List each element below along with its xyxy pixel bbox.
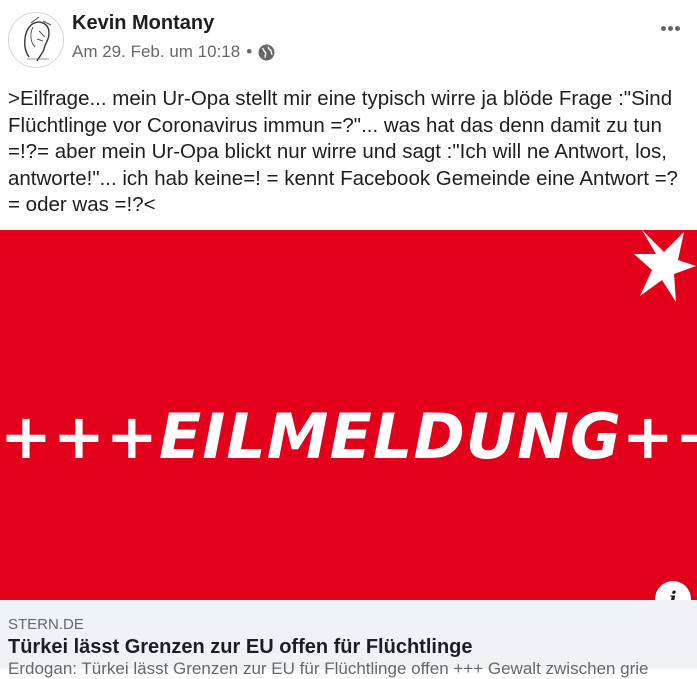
more-options-icon[interactable] bbox=[661, 18, 683, 31]
avatar-sketch-icon bbox=[24, 16, 52, 62]
post-date[interactable]: Am 29. Feb. um 10:18 bbox=[72, 42, 240, 62]
stern-star-logo bbox=[634, 230, 696, 302]
image-headline: +++EILMELDUNG+++ bbox=[0, 400, 697, 473]
link-card[interactable]: STERN.DE Türkei lässt Grenzen zur EU off… bbox=[0, 600, 697, 678]
link-domain: STERN.DE bbox=[8, 616, 84, 633]
link-preview-image[interactable]: +++EILMELDUNG+++ bbox=[0, 230, 697, 600]
link-title[interactable]: Türkei lässt Grenzen zur EU offen für Fl… bbox=[8, 636, 473, 659]
author-name[interactable]: Kevin Montany bbox=[72, 12, 214, 35]
post-text: >Eilfrage... mein Ur-Opa stellt mir eine… bbox=[8, 87, 678, 216]
post-header: Kevin Montany Am 29. Feb. um 10:18 • bbox=[0, 0, 697, 75]
meta-separator: • bbox=[246, 42, 253, 61]
link-description: Erdogan: Türkei lässt Grenzen zur EU für… bbox=[8, 659, 649, 678]
post-meta: Am 29. Feb. um 10:18 • bbox=[72, 42, 275, 62]
avatar[interactable] bbox=[8, 12, 64, 68]
globe-icon[interactable] bbox=[258, 44, 275, 61]
